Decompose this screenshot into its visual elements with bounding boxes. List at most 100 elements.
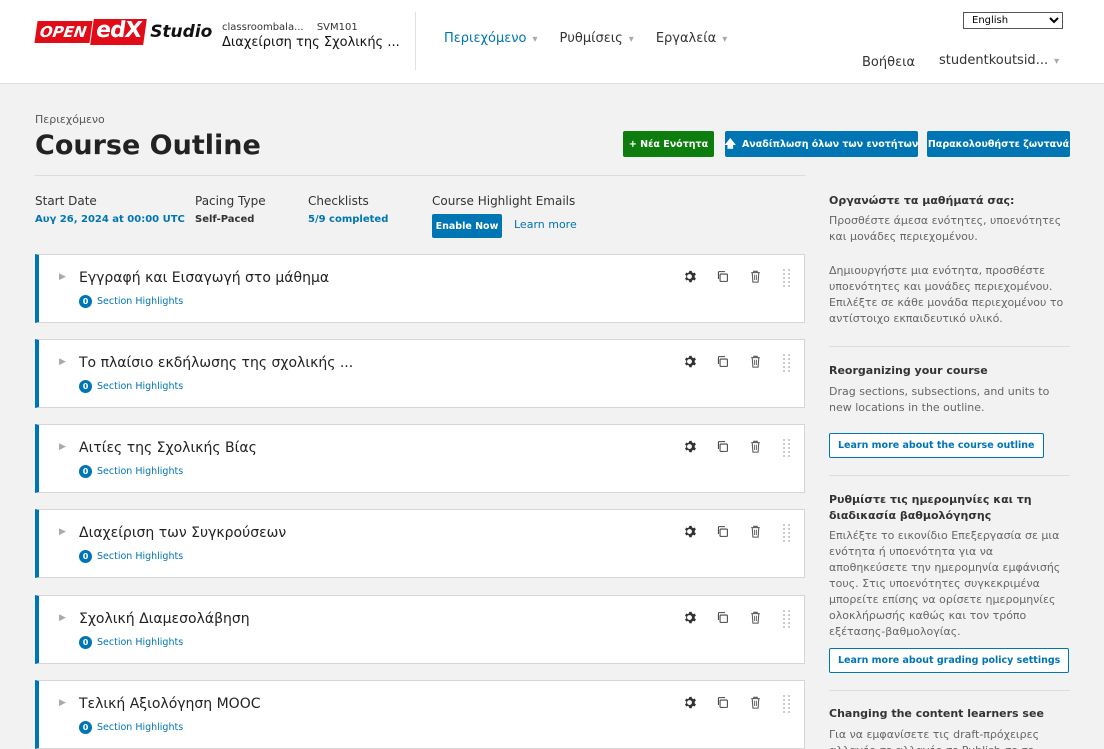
- openedx-studio-logo[interactable]: OPEN edX Studio: [34, 18, 213, 45]
- arrow-up-icon: 🡅: [724, 136, 736, 150]
- drag-handle-icon[interactable]: [783, 610, 791, 628]
- section-card[interactable]: ▶ Σχολική Διαμεσολάβηση 0 Section Highli…: [35, 595, 805, 664]
- duplicate-icon[interactable]: [715, 524, 729, 538]
- highlights-label: Section Highlights: [97, 296, 184, 307]
- expand-chevron-icon[interactable]: ▶: [59, 698, 66, 708]
- highlights-label: Section Highlights: [97, 466, 184, 477]
- sidebar-changing-text: Για να εμφανίσετε τις draft-πρόχειρες αλ…: [829, 728, 1040, 749]
- highlights-count-badge: 0: [79, 636, 92, 649]
- gear-icon[interactable]: [682, 610, 696, 624]
- section-title[interactable]: Το πλαίσιο εκδήλωσης της σχολικής ...: [79, 355, 353, 371]
- main-nav: Περιεχόμενο ▾ Ρυθμίσεις ▾ Εργαλεία ▾: [444, 31, 727, 46]
- learn-more-link[interactable]: Learn more: [514, 218, 577, 231]
- logo-open: OPEN: [34, 21, 93, 43]
- highlights-count-badge: 0: [79, 465, 92, 478]
- help-link[interactable]: Βοήθεια: [862, 55, 915, 70]
- enable-now-button[interactable]: Enable Now: [432, 214, 502, 238]
- highlights-label: Section Highlights: [97, 722, 184, 733]
- section-title[interactable]: Διαχείριση των Συγκρούσεων: [79, 525, 286, 541]
- sidebar-reorg-title: Reorganizing your course: [829, 364, 988, 377]
- highlights-count-badge: 0: [79, 380, 92, 393]
- section-highlights[interactable]: 0 Section Highlights: [79, 550, 183, 563]
- studio-header: OPEN edX Studio classroombala... SVM101 …: [0, 0, 1104, 84]
- duplicate-icon[interactable]: [715, 610, 729, 624]
- logo-edx: edX: [89, 18, 147, 45]
- user-menu[interactable]: studentkoutsid... ▾: [939, 53, 1059, 68]
- expand-chevron-icon[interactable]: ▶: [59, 357, 66, 367]
- sidebar-organize-text-2: Δημιουργήστε μια ενότητα, προσθέστε υποε…: [829, 264, 1064, 325]
- sidebar-dates-title: Ρυθμίστε τις ημερομηνίες και τη διαδικασ…: [829, 493, 1032, 522]
- chevron-down-icon: ▾: [532, 34, 538, 45]
- learn-outline-button[interactable]: Learn more about the course outline: [829, 433, 1044, 458]
- gear-icon[interactable]: [682, 695, 696, 709]
- duplicate-icon[interactable]: [715, 439, 729, 453]
- expand-chevron-icon[interactable]: ▶: [59, 272, 66, 282]
- sidebar-organize-title: Οργανώστε τα μαθήματά σας:: [829, 194, 1015, 207]
- trash-icon[interactable]: [748, 695, 762, 709]
- section-highlights[interactable]: 0 Section Highlights: [79, 380, 183, 393]
- language-select[interactable]: English: [963, 12, 1063, 29]
- drag-handle-icon[interactable]: [783, 269, 791, 287]
- chevron-down-icon: ▾: [722, 34, 728, 45]
- drag-handle-icon[interactable]: [783, 439, 791, 457]
- course-info[interactable]: classroombala... SVM101 Διαχείριση της Σ…: [222, 22, 400, 50]
- section-title[interactable]: Αιτίες της Σχολικής Βίας: [79, 440, 257, 456]
- sidebar-divider: [829, 475, 1070, 476]
- page-title: Course Outline: [35, 130, 261, 161]
- collapse-all-button[interactable]: 🡅 Αναδίπλωση όλων των ενοτήτων: [725, 131, 918, 157]
- course-highlight-emails: Course Highlight Emails: [432, 194, 576, 208]
- start-date-link[interactable]: Αυγ 26, 2024 at 00:00 UTC: [35, 214, 185, 225]
- start-date: Start Date Αυγ 26, 2024 at 00:00 UTC: [35, 194, 185, 225]
- duplicate-icon[interactable]: [715, 269, 729, 283]
- learn-grading-button[interactable]: Learn more about grading policy settings: [829, 648, 1070, 673]
- checklists-link[interactable]: 5/9 completed: [308, 214, 388, 225]
- drag-handle-icon[interactable]: [783, 524, 791, 542]
- new-section-button[interactable]: + Νέα Ενότητα: [623, 131, 714, 157]
- section-card[interactable]: ▶ Διαχείριση των Συγκρούσεων 0 Section H…: [35, 509, 805, 578]
- view-live-button[interactable]: Παρακολουθήστε ζωντανά: [927, 131, 1070, 157]
- nav-settings[interactable]: Ρυθμίσεις ▾: [560, 31, 634, 46]
- course-number: SVM101: [316, 22, 358, 33]
- section-title[interactable]: Τελική Αξιολόγηση MOOC: [79, 696, 261, 712]
- trash-icon[interactable]: [748, 524, 762, 538]
- course-title: Διαχείριση της Σχολικής ...: [222, 35, 400, 50]
- sidebar-divider: [829, 346, 1070, 347]
- trash-icon[interactable]: [748, 610, 762, 624]
- course-org: classroombala...: [222, 22, 304, 33]
- section-highlights[interactable]: 0 Section Highlights: [79, 295, 183, 308]
- logo-studio: Studio: [150, 22, 213, 42]
- expand-chevron-icon[interactable]: ▶: [59, 527, 66, 537]
- duplicate-icon[interactable]: [715, 695, 729, 709]
- trash-icon[interactable]: [748, 439, 762, 453]
- section-card[interactable]: ▶ Αιτίες της Σχολικής Βίας 0 Section Hig…: [35, 424, 805, 493]
- chevron-down-icon: ▾: [1054, 56, 1060, 67]
- sidebar-divider: [829, 690, 1070, 691]
- highlights-label: Section Highlights: [97, 637, 184, 648]
- section-title[interactable]: Σχολική Διαμεσολάβηση: [79, 611, 250, 627]
- gear-icon[interactable]: [682, 269, 696, 283]
- duplicate-icon[interactable]: [715, 354, 729, 368]
- section-card[interactable]: ▶ Τελική Αξιολόγηση MOOC 0 Section Highl…: [35, 680, 805, 749]
- drag-handle-icon[interactable]: [783, 695, 791, 713]
- divider: [35, 175, 805, 176]
- expand-chevron-icon[interactable]: ▶: [59, 442, 66, 452]
- header-divider: [415, 12, 416, 70]
- gear-icon[interactable]: [682, 354, 696, 368]
- section-highlights[interactable]: 0 Section Highlights: [79, 465, 183, 478]
- trash-icon[interactable]: [748, 354, 762, 368]
- section-title[interactable]: Εγγραφή και Εισαγωγή στο μάθημα: [79, 270, 329, 286]
- section-highlights[interactable]: 0 Section Highlights: [79, 721, 183, 734]
- gear-icon[interactable]: [682, 524, 696, 538]
- nav-tools[interactable]: Εργαλεία ▾: [656, 31, 727, 46]
- nav-content[interactable]: Περιεχόμενο ▾: [444, 31, 538, 46]
- highlights-count-badge: 0: [79, 721, 92, 734]
- section-card[interactable]: ▶ Εγγραφή και Εισαγωγή στο μάθημα 0 Sect…: [35, 254, 805, 323]
- drag-handle-icon[interactable]: [783, 354, 791, 372]
- section-highlights[interactable]: 0 Section Highlights: [79, 636, 183, 649]
- sidebar-dates-text: Επιλέξτε το εικονίδιο Επεξεργασία σε μια…: [829, 529, 1061, 638]
- section-card[interactable]: ▶ Το πλαίσιο εκδήλωσης της σχολικής ... …: [35, 339, 805, 408]
- trash-icon[interactable]: [748, 269, 762, 283]
- expand-chevron-icon[interactable]: ▶: [59, 613, 66, 623]
- gear-icon[interactable]: [682, 439, 696, 453]
- sidebar-changing-title: Changing the content learners see: [829, 707, 1044, 720]
